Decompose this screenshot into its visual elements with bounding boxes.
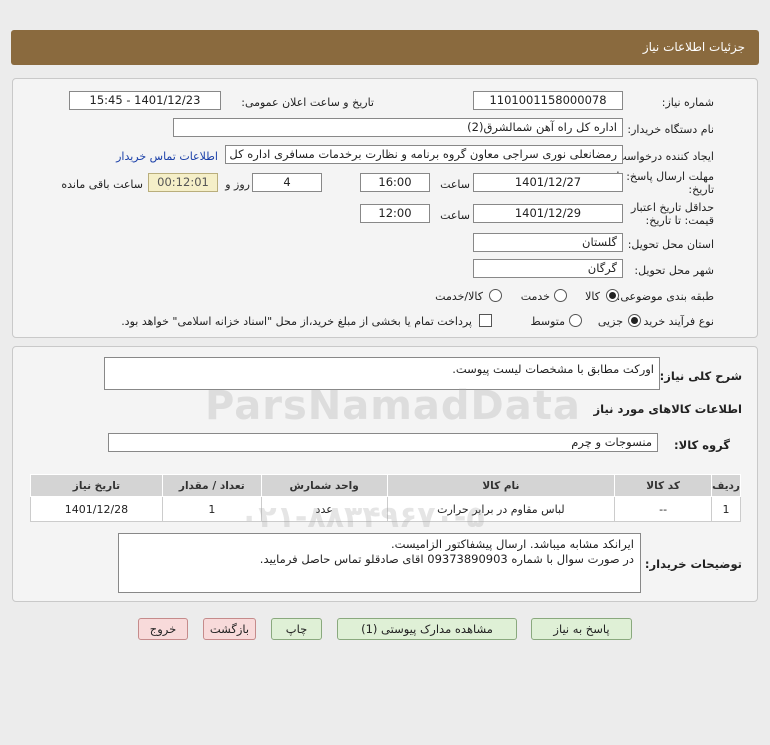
- cell-code: --: [614, 496, 713, 522]
- deadline-time-label: ساعت: [440, 178, 470, 191]
- process-radio-minor[interactable]: [628, 314, 641, 327]
- buyer-notes-line-2: در صورت سوال با شماره 09373890903 اقای ص…: [259, 552, 634, 566]
- process-radio-medium[interactable]: [569, 314, 582, 327]
- validity-label-1: حداقل تاریخ اعتبار: [630, 201, 714, 214]
- days-field: 4: [252, 173, 322, 192]
- goods-group-label: گروه کالا:: [674, 438, 730, 452]
- process-option-minor: جزیی: [597, 315, 623, 328]
- page-header: جزئیات اطلاعات نیاز: [11, 30, 759, 65]
- category-radio-both[interactable]: [489, 289, 502, 302]
- cell-unit: عدد: [260, 496, 388, 522]
- need-number-label: شماره نیاز:: [661, 96, 714, 109]
- goods-table-header: ردیف کد کالا نام کالا واحد شمارش تعداد /…: [30, 474, 741, 497]
- deadline-date-field: 1401/12/27: [473, 173, 623, 192]
- province-field: گلستان: [473, 233, 623, 252]
- category-option-goods: کالا: [585, 290, 600, 303]
- buyer-notes-line-1: ایرانکد مشابه میباشد. ارسال پیشفاکتور ال…: [390, 537, 634, 551]
- province-label: استان محل تحویل:: [627, 238, 714, 251]
- need-number-field: 1101001158000078: [473, 91, 623, 110]
- validity-time-field: 12:00: [360, 204, 430, 223]
- process-label: نوع فرآیند خرید :: [636, 315, 714, 328]
- page-title: جزئیات اطلاعات نیاز: [642, 40, 745, 54]
- buyer-org-field: اداره کل راه آهن شمالشرق(2): [173, 118, 623, 137]
- table-row: 1 -- لباس مقاوم در برابر حرارت عدد 1 140…: [30, 496, 741, 522]
- category-option-both: کالا/خدمت: [435, 290, 483, 303]
- creator-field: رمضانعلی نوری سراجی معاون گروه برنامه و …: [225, 145, 623, 164]
- payment-note: پرداخت تمام یا بخشی از مبلغ خرید،از محل …: [121, 315, 472, 328]
- buyer-notes-box: ایرانکد مشابه میباشد. ارسال پیشفاکتور ال…: [118, 533, 641, 593]
- category-label: طبقه بندی موضوعی:: [616, 290, 714, 303]
- exit-button[interactable]: خروج: [138, 618, 188, 640]
- cell-row: 1: [711, 496, 741, 522]
- cell-qty: 1: [161, 496, 262, 522]
- announce-label: تاریخ و ساعت اعلان عمومی:: [241, 96, 374, 109]
- contact-buyer-link[interactable]: اطلاعات تماس خریدار: [116, 150, 218, 163]
- remaining-label: ساعت باقی مانده: [61, 178, 143, 191]
- cell-date: 1401/12/28: [30, 496, 163, 522]
- city-label: شهر محل تحویل:: [634, 264, 714, 277]
- cell-name: لباس مقاوم در برابر حرارت: [386, 496, 616, 522]
- deadline-label-2: تاریخ:: [688, 183, 714, 196]
- validity-label-2: قیمت: تا تاریخ:: [645, 214, 714, 227]
- announce-field: 1401/12/23 - 15:45: [69, 91, 221, 110]
- col-name: نام کالا: [386, 474, 616, 497]
- print-button[interactable]: چاپ: [271, 618, 322, 640]
- back-button[interactable]: بازگشت: [203, 618, 256, 640]
- category-radio-service[interactable]: [554, 289, 567, 302]
- creator-label: ایجاد کننده درخواست:: [612, 150, 714, 163]
- col-date: تاریخ نیاز: [30, 474, 163, 497]
- category-option-service: خدمت: [520, 290, 550, 303]
- col-unit: واحد شمارش: [260, 474, 388, 497]
- description-field: اورکت مطابق با مشخصات لیست پیوست.: [104, 357, 660, 390]
- reply-button[interactable]: پاسخ به نیاز: [531, 618, 632, 640]
- deadline-time-field: 16:00: [360, 173, 430, 192]
- validity-date-field: 1401/12/29: [473, 204, 623, 223]
- process-option-medium: متوسط: [530, 315, 565, 328]
- city-field: گرگان: [473, 259, 623, 278]
- buyer-notes-label: توضیحات خریدار:: [644, 557, 742, 571]
- goods-section-title: اطلاعات کالاهای مورد نیاز: [593, 402, 742, 416]
- validity-time-label: ساعت: [440, 209, 470, 222]
- col-code: کد کالا: [614, 474, 713, 497]
- goods-group-field: منسوجات و چرم: [108, 433, 658, 452]
- description-label: شرح کلی نیاز:: [659, 369, 742, 383]
- category-radio-goods[interactable]: [606, 289, 619, 302]
- attachments-button[interactable]: مشاهده مدارک پیوستی (1): [337, 618, 517, 640]
- treasury-checkbox[interactable]: [479, 314, 492, 327]
- buyer-org-label: نام دستگاه خریدار:: [627, 123, 714, 136]
- col-qty: تعداد / مقدار: [161, 474, 262, 497]
- remaining-timer: 00:12:01: [148, 173, 218, 192]
- col-row: ردیف: [711, 474, 741, 497]
- goods-table: ردیف کد کالا نام کالا واحد شمارش تعداد /…: [30, 474, 741, 522]
- deadline-label-1: مهلت ارسال پاسخ: تا: [616, 170, 714, 183]
- days-label: روز و: [225, 178, 250, 191]
